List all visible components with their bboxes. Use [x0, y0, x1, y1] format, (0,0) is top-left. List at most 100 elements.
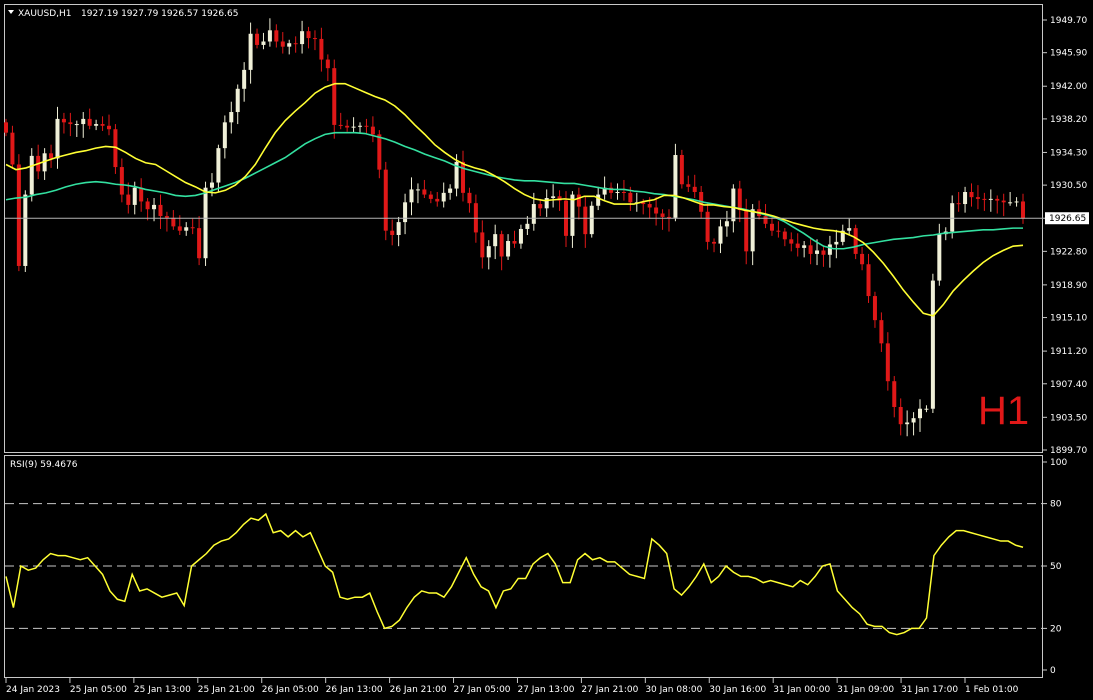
price-tick-label: 1911.20: [1050, 347, 1087, 357]
candle-body: [551, 196, 556, 199]
candle-body: [4, 122, 8, 133]
candle-body: [673, 155, 678, 218]
candle-body: [184, 227, 189, 231]
candle-body: [995, 198, 1000, 201]
candle-body: [351, 126, 356, 128]
candle-body: [712, 241, 717, 244]
candle-body: [782, 231, 787, 240]
current-price-label: 1926.65: [1049, 214, 1086, 224]
candle-body: [538, 204, 543, 209]
candle-body: [950, 203, 955, 232]
price-tick-label: 1938.20: [1050, 115, 1087, 125]
candle-body: [16, 164, 21, 266]
timeframe-watermark: H1: [978, 389, 1029, 433]
candle-body: [621, 192, 626, 193]
candle-body: [1014, 201, 1019, 203]
candle-body: [364, 125, 369, 127]
candle-body: [821, 250, 826, 255]
candle-body: [403, 202, 408, 223]
candle-body: [94, 124, 99, 126]
candle-body: [23, 194, 28, 266]
candle-body: [744, 210, 749, 252]
time-tick-label: 26 Jan 13:00: [326, 685, 383, 695]
candle-body: [905, 422, 910, 425]
candle-body: [332, 68, 337, 125]
candle-body: [87, 118, 92, 126]
ohlc-label: 1927.19 1927.79 1926.57 1926.65: [81, 9, 238, 19]
candle-body: [1021, 201, 1025, 219]
candle-body: [209, 182, 214, 188]
candle-body: [988, 198, 993, 200]
candle-body: [531, 204, 536, 224]
candle-body: [145, 201, 150, 210]
price-tick-label: 1945.90: [1050, 49, 1087, 59]
time-tick-label: 27 Jan 05:00: [454, 685, 511, 695]
candle-body: [448, 188, 453, 193]
candle-body: [100, 124, 105, 126]
candle-body: [898, 407, 903, 425]
candle-body: [126, 194, 131, 205]
candle-body: [1008, 202, 1013, 204]
price-tick-label: 1907.40: [1050, 380, 1087, 390]
candle-body: [975, 197, 980, 199]
time-tick-label: 27 Jan 21:00: [581, 685, 638, 695]
candle-body: [1001, 200, 1006, 203]
candle-body: [274, 30, 279, 42]
candle-body: [918, 408, 923, 419]
candle-body: [81, 118, 86, 125]
candle-body: [345, 125, 350, 128]
candle-body: [570, 194, 575, 236]
candle-body: [589, 205, 594, 235]
candle-body: [119, 167, 124, 195]
candle-body: [885, 343, 890, 382]
candle-body: [467, 192, 472, 204]
candle-body: [203, 187, 208, 259]
rsi-tick-label: 80: [1050, 500, 1062, 510]
candle-body: [325, 59, 330, 69]
candle-body: [486, 246, 491, 258]
candle-body: [763, 216, 768, 224]
candle-body: [280, 41, 285, 47]
candle-body: [576, 194, 581, 207]
time-tick-label: 26 Jan 21:00: [390, 685, 447, 695]
candle-body: [518, 228, 523, 244]
chart-root: 1949.70 1945.90 1942.00 1938.20 1934.30 1930.…: [0, 0, 1093, 700]
candle-body: [499, 234, 504, 257]
candle-body: [197, 228, 202, 259]
candle-body: [660, 213, 665, 217]
candle-body: [390, 230, 395, 235]
time-tick-label: 27 Jan 13:00: [517, 685, 574, 695]
candle-body: [312, 38, 317, 40]
candle-body: [853, 228, 858, 254]
candle-body: [106, 125, 111, 130]
candle-body: [287, 43, 292, 47]
candle-body: [358, 125, 363, 127]
time-tick-label: 31 Jan 17:00: [901, 685, 958, 695]
candle-body: [409, 189, 414, 203]
candle-body: [866, 264, 871, 297]
candle-body: [506, 241, 511, 257]
candle-body: [924, 408, 929, 410]
candle-body: [222, 122, 227, 149]
candle-body: [860, 253, 865, 265]
rsi-tick-label: 0: [1050, 666, 1056, 676]
time-tick-label: 25 Jan 13:00: [134, 685, 191, 695]
rsi-title: RSI(9) 59.4676: [10, 460, 78, 470]
candle-body: [177, 226, 182, 231]
price-tick-label: 1930.50: [1050, 181, 1087, 191]
price-tick-label: 1915.10: [1050, 314, 1087, 324]
price-tick-label: 1922.80: [1050, 247, 1087, 257]
candle-body: [872, 296, 877, 321]
candle-body: [10, 132, 15, 165]
candle-body: [139, 187, 144, 202]
candle-body: [422, 189, 427, 195]
time-tick-label: 24 Jan 2023: [6, 685, 60, 695]
candle-body: [248, 33, 253, 70]
candle-body: [628, 192, 633, 203]
time-tick-label: 31 Jan 09:00: [837, 685, 894, 695]
candle-body: [892, 381, 897, 407]
candle-body: [29, 155, 34, 195]
candle-body: [480, 232, 485, 258]
candle-body: [982, 198, 987, 200]
candle-body: [319, 38, 324, 60]
